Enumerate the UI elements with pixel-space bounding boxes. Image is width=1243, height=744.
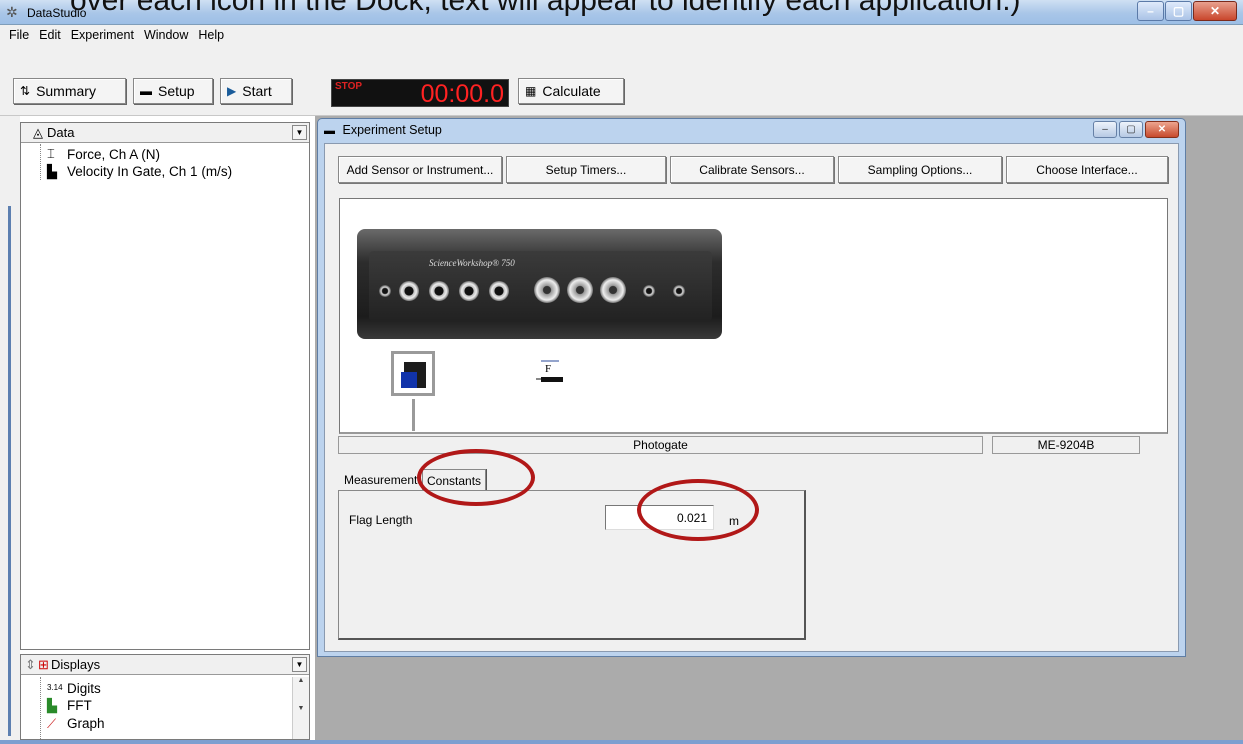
data-item-force[interactable]: Force, Ch A (N) [67, 147, 160, 162]
chevron-down-icon[interactable]: ▼ [292, 125, 307, 140]
displays-scrollbar[interactable]: ▲ ▼ [292, 677, 309, 739]
setup-icon: ▬ [140, 84, 152, 98]
output-jack-2 [673, 285, 685, 297]
digital-channel-4[interactable] [489, 281, 509, 301]
choose-interface-button[interactable]: Choose Interface... [1006, 156, 1168, 183]
experiment-setup-window: ▬ Experiment Setup – ▢ ✕ Add Sensor or I… [317, 118, 1186, 657]
svg-text:F: F [545, 363, 551, 375]
sampling-options-button[interactable]: Sampling Options... [838, 156, 1002, 183]
left-edge [0, 116, 20, 744]
force-sensor-svg: F [536, 360, 563, 382]
menu-bar: File Edit Experiment Window Help [0, 25, 1243, 45]
displays-icon: ⊞ [38, 657, 49, 672]
minimize-button[interactable]: – [1137, 1, 1164, 21]
display-item-fft[interactable]: FFT [67, 698, 92, 713]
chevron-down-icon[interactable]: ▼ [292, 657, 307, 672]
start-button[interactable]: ▶ Start [220, 78, 292, 104]
tree-line [40, 144, 41, 180]
timer-value: 00:00.0 [420, 80, 504, 108]
analog-channel-c[interactable] [600, 277, 626, 303]
digits-icon: 3.14 [47, 683, 63, 692]
menu-file[interactable]: File [9, 28, 29, 42]
displays-panel-header[interactable]: ⇕ ⊞ Displays ▼ [21, 655, 309, 675]
display-item-digits[interactable]: Digits [67, 681, 101, 696]
force-sensor-icon[interactable]: F [535, 359, 567, 389]
output-jack-1 [643, 285, 655, 297]
experiment-setup-title-text: Experiment Setup [342, 123, 442, 137]
displays-panel-title: Displays [51, 657, 101, 672]
interface-device-image[interactable]: ScienceWorkshop® 750 [357, 229, 722, 339]
stopwatch-display[interactable]: STOP 00:00.0 [331, 79, 509, 108]
play-icon: ▶ [227, 84, 237, 98]
display-item-graph[interactable]: Graph [67, 716, 105, 731]
photogate-icon: ▙ [47, 164, 57, 179]
sensor-model-bar: ME-9204B [992, 436, 1140, 454]
menu-help[interactable]: Help [198, 28, 224, 42]
main-toolbar: ⇅ Summary ▬ Setup ▶ Start STOP 00:00.0 ▦… [0, 45, 1243, 116]
summary-button[interactable]: ⇅ Summary [13, 78, 126, 104]
annotation-circle-constants [417, 449, 535, 506]
menu-edit[interactable]: Edit [39, 28, 61, 42]
data-panel-header[interactable]: ◬ Data ▼ [21, 123, 309, 143]
tree-line [40, 677, 41, 739]
menu-experiment[interactable]: Experiment [71, 28, 134, 42]
device-brand: ScienceWorkshop® 750 [429, 258, 515, 268]
data-item-velocity[interactable]: Velocity In Gate, Ch 1 (m/s) [67, 164, 232, 179]
photogate-sensor-icon[interactable] [391, 351, 435, 396]
setup-label: Setup [158, 83, 195, 99]
maximize-button[interactable]: ▢ [1165, 1, 1192, 21]
annotation-circle-flag-length [637, 479, 759, 541]
setup-button[interactable]: ▬ Setup [133, 78, 213, 104]
interface-canvas: ScienceWorkshop® 750 F [339, 198, 1168, 434]
data-icon: ◬ [33, 125, 43, 140]
digital-channel-2[interactable] [429, 281, 449, 301]
setup-window-icon: ▬ [324, 125, 335, 137]
power-jack [379, 285, 391, 297]
minimize-button[interactable]: – [1093, 121, 1117, 138]
data-panel-title: Data [47, 125, 75, 140]
menu-window[interactable]: Window [144, 28, 188, 42]
calibrate-sensors-button[interactable]: Calibrate Sensors... [670, 156, 834, 183]
sensor-name-bar: Photogate [338, 436, 983, 454]
setup-timers-button[interactable]: Setup Timers... [506, 156, 666, 183]
calculate-label: Calculate [542, 83, 601, 99]
start-label: Start [242, 83, 272, 99]
digital-channel-3[interactable] [459, 281, 479, 301]
experiment-setup-title: ▬ Experiment Setup [324, 123, 442, 137]
tutorial-caption: over each icon in the Dock, text will ap… [70, 0, 1021, 17]
displays-panel: ⇕ ⊞ Displays ▼ 3.14 Digits ▙ FFT ⟋ Graph… [20, 654, 310, 740]
close-button[interactable]: ✕ [1193, 1, 1237, 21]
sensor-connector-line [412, 399, 415, 431]
analog-channel-a[interactable] [534, 277, 560, 303]
tab-measurements[interactable]: Measurements [340, 469, 421, 491]
analog-channel-b[interactable] [567, 277, 593, 303]
expand-icon: ⇕ [25, 657, 36, 672]
stop-label: STOP [335, 81, 363, 92]
experiment-setup-controls: – ▢ ✕ [1091, 121, 1179, 138]
experiment-setup-body: Add Sensor or Instrument... Setup Timers… [324, 143, 1179, 652]
data-panel: ◬ Data ▼ ⌶ Force, Ch A (N) ▙ Velocity In… [20, 122, 310, 650]
digital-channel-1[interactable] [399, 281, 419, 301]
graph-icon: ⟋ [47, 716, 57, 731]
screenshot-root: ✲ DataStudio – ▢ ✕ over each icon in the… [0, 0, 1243, 744]
close-button[interactable]: ✕ [1145, 121, 1179, 138]
maximize-button[interactable]: ▢ [1119, 121, 1143, 138]
calculate-button[interactable]: ▦ Calculate [518, 78, 624, 104]
summary-icon: ⇅ [20, 84, 31, 98]
calculator-icon: ▦ [525, 84, 537, 98]
summary-label: Summary [36, 83, 96, 99]
flag-length-label: Flag Length [349, 513, 413, 527]
force-sensor-icon: ⌶ [47, 146, 55, 161]
datastudio-app-icon: ✲ [6, 4, 18, 20]
fft-icon: ▙ [47, 698, 57, 713]
bottom-edge [0, 740, 1243, 744]
add-sensor-button[interactable]: Add Sensor or Instrument... [338, 156, 502, 183]
window-controls: – ▢ ✕ [1136, 1, 1237, 21]
